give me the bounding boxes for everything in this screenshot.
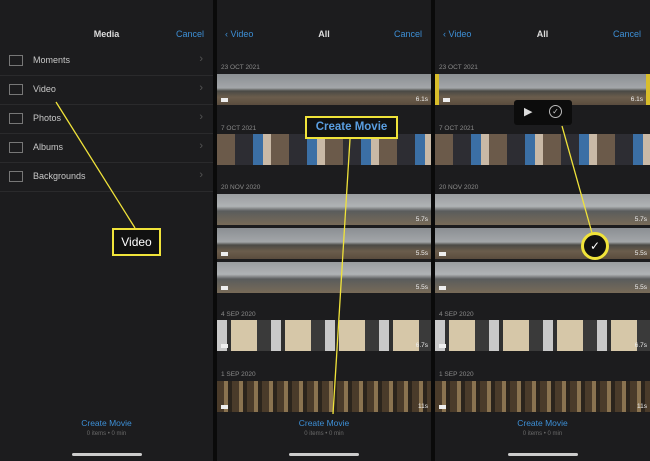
chevron-right-icon: › [199, 140, 203, 152]
clip-duration: 11s [637, 403, 647, 410]
section-date: 4 SEP 2020 [221, 311, 256, 318]
checkmark-callout-icon: ✓ [581, 232, 609, 260]
item-label: Albums [33, 142, 64, 152]
item-label: Backgrounds [33, 171, 86, 181]
clip-duration: 5.5s [634, 284, 647, 291]
clip-duration: 6.7s [415, 342, 428, 349]
cancel-button[interactable]: Cancel [176, 29, 204, 39]
create-movie-button[interactable]: Create Movie [0, 418, 213, 428]
header: Media Cancel [0, 29, 213, 45]
clip-duration: 5.5s [415, 284, 428, 291]
clip-duration: 5.5s [634, 250, 647, 257]
moments-icon [9, 55, 23, 66]
video-camera-icon [221, 252, 228, 256]
video-camera-icon [221, 98, 228, 102]
video-camera-icon [439, 405, 446, 409]
clip-duration: 5.5s [415, 250, 428, 257]
list-item-albums[interactable]: Albums › [0, 134, 213, 163]
video-camera-icon [439, 344, 446, 348]
clip-duration: 5.7s [634, 216, 647, 223]
video-clip[interactable]: 5.5s [435, 262, 650, 293]
movie-summary: 0 items • 0 min [304, 431, 344, 437]
section-date: 7 OCT 2021 [439, 125, 475, 132]
video-camera-icon [221, 405, 228, 409]
movie-summary: 0 items • 0 min [86, 431, 127, 437]
video-panel-selected: ‹ Video All Cancel 23 OCT 2021 6.1s ▶ ✓ … [435, 0, 650, 461]
list-item-moments[interactable]: Moments › [0, 47, 213, 76]
chevron-right-icon: › [199, 111, 203, 123]
clip-duration: 6.7s [634, 342, 647, 349]
section-date: 1 SEP 2020 [439, 371, 474, 378]
header: ‹ Video All Cancel [435, 29, 650, 45]
create-movie-button[interactable]: Create Movie [435, 418, 650, 428]
chevron-right-icon: › [199, 53, 203, 65]
video-clip[interactable]: 6.1s [217, 74, 431, 105]
create-movie-button[interactable]: Create Movie [217, 418, 431, 428]
item-label: Video [33, 84, 56, 94]
add-check-icon[interactable]: ✓ [549, 105, 562, 118]
video-callout: Video [112, 228, 161, 256]
video-clip[interactable]: 5.5s [217, 262, 431, 293]
clip-duration: 6.1s [415, 96, 428, 103]
list-item-backgrounds[interactable]: Backgrounds › [0, 163, 213, 192]
video-clip[interactable]: 11s [217, 381, 431, 412]
clip-duration: 5.7s [415, 216, 428, 223]
section-date: 4 SEP 2020 [439, 311, 474, 318]
home-indicator [507, 453, 578, 456]
video-clip[interactable]: 5.5s [435, 228, 650, 259]
clip-duration: 6.1s [630, 96, 643, 103]
header: ‹ Video All Cancel [217, 29, 431, 45]
clip-duration: 11s [418, 403, 428, 410]
video-clip[interactable]: 6.7s [435, 320, 650, 351]
film-icon [9, 84, 23, 95]
image-icon [9, 171, 23, 182]
create-movie-callout: Create Movie [305, 116, 398, 139]
video-clip[interactable] [435, 134, 650, 165]
video-clip[interactable]: 6.7s [217, 320, 431, 351]
section-date: 20 NOV 2020 [439, 184, 479, 191]
home-indicator [289, 453, 359, 456]
home-indicator [71, 453, 142, 456]
video-clip[interactable]: 5.7s [435, 194, 650, 225]
chevron-right-icon: › [199, 82, 203, 94]
chevron-right-icon: › [199, 169, 203, 181]
media-panel: Media Cancel Moments › Video › Photos › Alb… [0, 0, 213, 461]
video-clip[interactable]: 5.5s [217, 228, 431, 259]
list-item-video[interactable]: Video › [0, 76, 213, 105]
section-date: 20 NOV 2020 [221, 184, 261, 191]
cancel-button[interactable]: Cancel [613, 29, 641, 39]
video-camera-icon [221, 344, 228, 348]
video-camera-icon [439, 286, 446, 290]
item-label: Moments [33, 55, 71, 65]
video-panel: ‹ Video All Cancel 23 OCT 2021 6.1s 7 OC… [217, 0, 431, 461]
list-item-photos[interactable]: Photos › [0, 105, 213, 134]
video-camera-icon [439, 252, 446, 256]
section-date: 23 OCT 2021 [439, 64, 478, 71]
video-clip[interactable]: 5.7s [217, 194, 431, 225]
video-camera-icon [443, 98, 450, 102]
album-icon [9, 142, 23, 153]
video-clip[interactable]: 11s [435, 381, 650, 412]
play-icon[interactable]: ▶ [524, 105, 532, 118]
section-date: 1 SEP 2020 [221, 371, 256, 378]
section-date: 23 OCT 2021 [221, 64, 260, 71]
item-label: Photos [33, 113, 62, 123]
photo-icon [9, 113, 23, 124]
section-date: 7 OCT 2021 [221, 125, 257, 132]
video-camera-icon [221, 286, 228, 290]
cancel-button[interactable]: Cancel [394, 29, 422, 39]
movie-summary: 0 items • 0 min [522, 431, 563, 437]
clip-action-popup: ▶ ✓ [514, 100, 572, 125]
